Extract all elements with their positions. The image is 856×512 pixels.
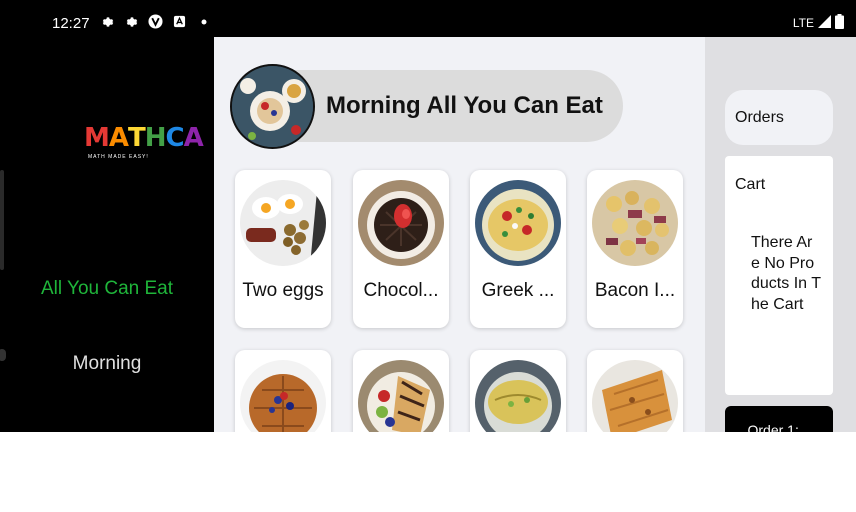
eggs-bacon-image bbox=[240, 180, 326, 266]
nav-item-all-you-can-eat[interactable]: All You Can Eat bbox=[0, 278, 214, 300]
product-card-8[interactable] bbox=[587, 350, 683, 432]
greek-omelette-image bbox=[475, 180, 561, 266]
vpn-icon bbox=[148, 14, 163, 29]
category-image bbox=[230, 64, 315, 149]
logo-letter: A bbox=[183, 123, 204, 153]
cart-box: Cart There Are No Products In The Cart bbox=[725, 156, 833, 395]
product-card-5[interactable] bbox=[235, 350, 331, 432]
notification-icon bbox=[172, 14, 187, 29]
status-time: 12:27 bbox=[52, 15, 90, 32]
cart-panel: Orders Cart There Are No Products In The… bbox=[705, 37, 856, 432]
product-card-7[interactable] bbox=[470, 350, 566, 432]
product-card-two-eggs[interactable]: Two eggs bbox=[235, 170, 331, 328]
product-card-bacon[interactable]: Bacon I... bbox=[587, 170, 683, 328]
battery-icon bbox=[835, 14, 844, 32]
sidebar: MATHCA MATH MADE EASY! All You Can Eat M… bbox=[0, 37, 214, 432]
product-name: Chocol... bbox=[363, 280, 439, 301]
settings-icon bbox=[124, 14, 139, 29]
orders-label: Orders bbox=[735, 109, 784, 126]
product-name: Greek ... bbox=[481, 280, 555, 301]
product-card-greek[interactable]: Greek ... bbox=[470, 170, 566, 328]
status-right: LTE bbox=[793, 14, 844, 32]
chocolate-waffle-image bbox=[358, 180, 444, 266]
page-title: Morning All You Can Eat bbox=[326, 92, 603, 119]
network-label: LTE bbox=[792, 16, 814, 30]
logo-letter: H bbox=[144, 123, 167, 153]
product-card-chocolate[interactable]: Chocol... bbox=[353, 170, 449, 328]
order-button[interactable]: Order 1:... bbox=[725, 406, 833, 432]
signal-icon bbox=[818, 15, 831, 31]
omelette-image bbox=[475, 360, 561, 432]
cart-title: Cart bbox=[735, 176, 766, 193]
app-logo: MATHCA MATH MADE EASY! bbox=[84, 123, 204, 163]
edge-handle bbox=[0, 170, 4, 270]
quesadilla-image bbox=[592, 360, 678, 432]
logo-letter: A bbox=[108, 123, 129, 153]
orders-button[interactable]: Orders bbox=[725, 90, 833, 145]
status-bar: 12:27 LTE bbox=[0, 0, 856, 37]
cart-empty-message: There Are No Products In The Cart bbox=[751, 234, 821, 313]
nav-item-morning[interactable]: Morning bbox=[0, 353, 214, 375]
logo-tagline: MATH MADE EASY! bbox=[88, 154, 149, 160]
logo-text: MATHCA bbox=[84, 123, 204, 153]
dot-icon bbox=[196, 14, 211, 29]
crepe-image bbox=[358, 360, 444, 432]
status-icons bbox=[100, 14, 211, 29]
logo-letter: T bbox=[128, 123, 146, 153]
menu-content: Morning All You Can Eat Two eggs Chocol.… bbox=[214, 37, 705, 432]
product-name: Bacon I... bbox=[594, 280, 676, 301]
product-card-6[interactable] bbox=[353, 350, 449, 432]
order-button-label: Order 1:... bbox=[747, 422, 811, 432]
settings-icon bbox=[100, 14, 115, 29]
app-screen: 12:27 LTE M A T H C A MATH MADE EASY! Al… bbox=[0, 0, 856, 432]
product-name: Two eggs bbox=[242, 280, 324, 301]
bacon-potatoes-image bbox=[592, 180, 678, 266]
logo-letter: C bbox=[165, 123, 185, 153]
berry-waffle-image bbox=[240, 360, 326, 432]
logo-letter: M bbox=[84, 123, 110, 153]
